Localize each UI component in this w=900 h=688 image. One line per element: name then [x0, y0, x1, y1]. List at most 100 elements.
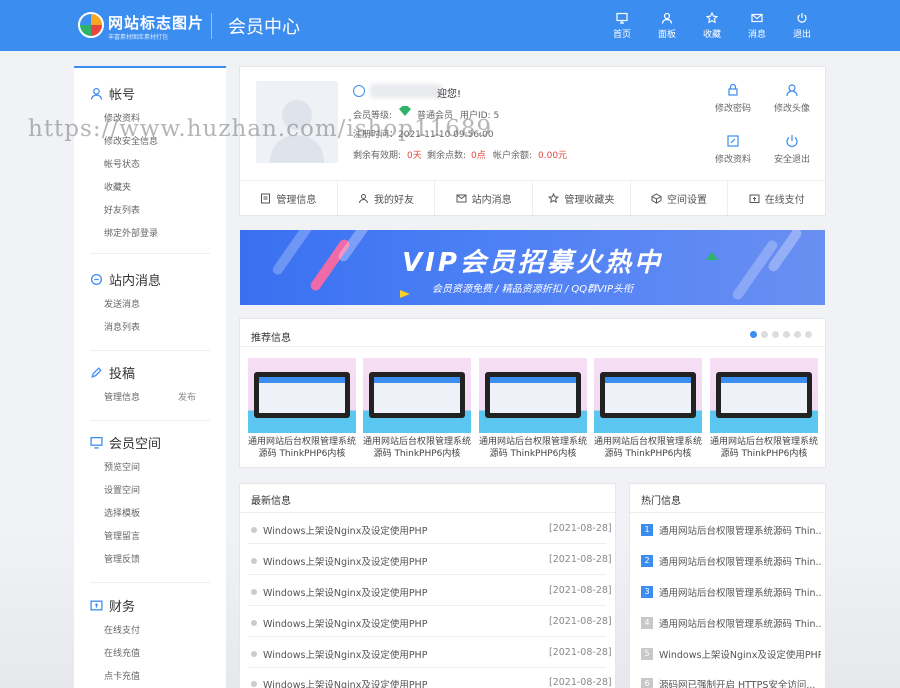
edit-profile-button[interactable]: 修改资料 [708, 134, 758, 165]
list-item-date: [2021-08-28] [549, 677, 612, 688]
hot-item[interactable]: 4 通用网站后台权限管理系统源码 Thin... [641, 616, 821, 630]
mail-icon [456, 194, 467, 202]
recommend-thumbnail[interactable] [710, 358, 818, 433]
list-item[interactable]: Windows上架设Nginx及设定使用PHP [251, 677, 427, 688]
divider [248, 574, 606, 575]
username-blurred [370, 84, 442, 98]
site-logo-subtitle: 丰富素材图库素材打包 [108, 34, 169, 41]
latest-title: 最新信息 [251, 496, 291, 507]
nav-home-label: 首页 [612, 30, 631, 40]
recommend-caption[interactable]: 通用网站后台权限管理系统源码 ThinkPHP6内核 [594, 436, 702, 460]
tab-online-pay[interactable]: 在线支付 [728, 181, 825, 215]
list-item[interactable]: Windows上架设Nginx及设定使用PHP [251, 616, 427, 630]
lock-icon [728, 83, 738, 96]
power-icon [786, 135, 798, 148]
tab-space-settings[interactable]: 空间设置 [631, 181, 729, 215]
recommend-thumbnail[interactable] [479, 358, 587, 433]
tab-site-messages[interactable]: 站内消息 [435, 181, 534, 215]
wallet-icon [90, 600, 103, 611]
sidebar-section-space[interactable]: 会员空间 [90, 433, 161, 452]
list-item-date: [2021-08-28] [549, 585, 612, 596]
hot-item[interactable]: 1 通用网站后台权限管理系统源码 Thin... [641, 523, 821, 537]
sidebar-item-bind-login[interactable]: 绑定外部登录 [104, 226, 158, 239]
edit-profile-label: 修改资料 [714, 155, 751, 165]
list-item[interactable]: Windows上架设Nginx及设定使用PHP [251, 647, 427, 661]
sidebar-divider [90, 582, 210, 583]
list-item-date: [2021-08-28] [549, 523, 612, 534]
list-item[interactable]: Windows上架设Nginx及设定使用PHP [251, 523, 427, 537]
pen-icon [91, 367, 102, 378]
sidebar-item-account-status[interactable]: 帐号状态 [104, 157, 140, 170]
vip-banner[interactable]: VIP会员招募火热中 会员资源免费 / 精品资源折扣 / QQ群VIP头衔 [240, 230, 825, 305]
divider [248, 636, 606, 637]
tab-my-friends[interactable]: 我的好友 [338, 181, 436, 215]
carousel-dot[interactable] [794, 331, 801, 338]
sidebar-item-choose-template[interactable]: 选择模板 [104, 506, 140, 519]
nav-logout[interactable]: 退出 [784, 12, 820, 40]
sidebar-item-publish[interactable]: 发布 [178, 390, 196, 403]
sidebar-section-label: 站内消息 [109, 274, 162, 289]
sidebar-item-friends[interactable]: 好友列表 [104, 203, 140, 216]
recommend-caption[interactable]: 通用网站后台权限管理系统源码 ThinkPHP6内核 [363, 436, 471, 460]
recommend-thumbnail[interactable] [248, 358, 356, 433]
hot-item[interactable]: 3 通用网站后台权限管理系统源码 Thin... [641, 585, 821, 599]
hot-item[interactable]: 5 Windows上架设Nginx及设定使用PHP [641, 647, 821, 661]
list-item-date: [2021-08-28] [549, 554, 612, 565]
watermark: https://www.huzhan.com/ishop11689 [28, 116, 493, 142]
points-label: 剩余点数: [427, 151, 467, 161]
recommend-caption[interactable]: 通用网站后台权限管理系统源码 ThinkPHP6内核 [479, 436, 587, 460]
carousel-dot[interactable] [805, 331, 812, 338]
list-item[interactable]: Windows上架设Nginx及设定使用PHP [251, 585, 427, 599]
change-avatar-button[interactable]: 修改头像 [767, 83, 817, 114]
nav-logout-label: 退出 [792, 30, 811, 40]
sidebar-divider [90, 350, 210, 351]
sidebar-section-label: 投稿 [109, 367, 136, 382]
carousel-dot[interactable] [783, 331, 790, 338]
sidebar-section-finance[interactable]: 财务 [90, 596, 135, 615]
nav-messages[interactable]: 消息 [739, 12, 775, 40]
sidebar-divider [90, 420, 210, 421]
sidebar-item-message-list[interactable]: 消息列表 [104, 320, 140, 333]
nav-home[interactable]: 首页 [604, 12, 640, 40]
site-logo-icon[interactable] [78, 12, 104, 38]
sidebar-item-favorites[interactable]: 收藏夹 [104, 180, 131, 193]
sidebar-item-online-recharge[interactable]: 在线充值 [104, 646, 140, 659]
valid-period-value: 0天 [407, 151, 422, 161]
hot-item[interactable]: 6 源码网已强制开启 HTTPS安全访问... [641, 677, 821, 688]
site-logo-text[interactable]: 网站标志图片 [108, 12, 204, 33]
sidebar-section-account[interactable]: 帐号 [90, 84, 135, 103]
recommend-caption[interactable]: 通用网站后台权限管理系统源码 ThinkPHP6内核 [248, 436, 356, 460]
sidebar-item-online-pay[interactable]: 在线支付 [104, 623, 140, 636]
sidebar-section-submit[interactable]: 投稿 [90, 363, 135, 382]
sidebar-item-manage-info[interactable]: 管理信息 [104, 390, 140, 403]
tab-manage-favorites[interactable]: 管理收藏夹 [533, 181, 631, 215]
page-title: 会员中心 [228, 17, 300, 38]
tab-manage-info[interactable]: 管理信息 [240, 181, 338, 215]
recommend-thumbnail[interactable] [594, 358, 702, 433]
quick-tabs: 管理信息 我的好友 站内消息 管理收藏夹 空间设置 在线支付 [240, 180, 825, 215]
sidebar-item-manage-feedback[interactable]: 管理反馈 [104, 552, 140, 565]
nav-messages-label: 消息 [747, 30, 766, 40]
balance-value: 0.00元 [538, 151, 568, 161]
carousel-dot[interactable] [750, 331, 757, 338]
carousel-dot[interactable] [772, 331, 779, 338]
recommend-caption[interactable]: 通用网站后台权限管理系统源码 ThinkPHP6内核 [710, 436, 818, 460]
carousel-dot[interactable] [761, 331, 768, 338]
tab-label: 站内消息 [471, 194, 512, 206]
sidebar-item-space-settings[interactable]: 设置空间 [104, 483, 140, 496]
nav-favorites[interactable]: 收藏 [694, 12, 730, 40]
sidebar-section-messages[interactable]: 站内消息 [90, 270, 161, 289]
sidebar-item-card-recharge[interactable]: 点卡充值 [104, 669, 140, 682]
change-password-button[interactable]: 修改密码 [708, 83, 758, 114]
list-item[interactable]: Windows上架设Nginx及设定使用PHP [251, 554, 427, 568]
recommend-thumbnail[interactable] [363, 358, 471, 433]
nav-panel[interactable]: 面板 [649, 12, 685, 40]
change-password-label: 修改密码 [714, 104, 751, 114]
sidebar-item-send-message[interactable]: 发送消息 [104, 297, 140, 310]
sidebar-item-manage-comments[interactable]: 管理留言 [104, 529, 140, 542]
sidebar-section-label: 会员空间 [109, 437, 162, 452]
sidebar-item-preview-space[interactable]: 预览空间 [104, 460, 140, 473]
safe-logout-button[interactable]: 安全退出 [767, 134, 817, 165]
hot-item[interactable]: 2 通用网站后台权限管理系统源码 Thin... [641, 554, 821, 568]
divider [248, 605, 606, 606]
